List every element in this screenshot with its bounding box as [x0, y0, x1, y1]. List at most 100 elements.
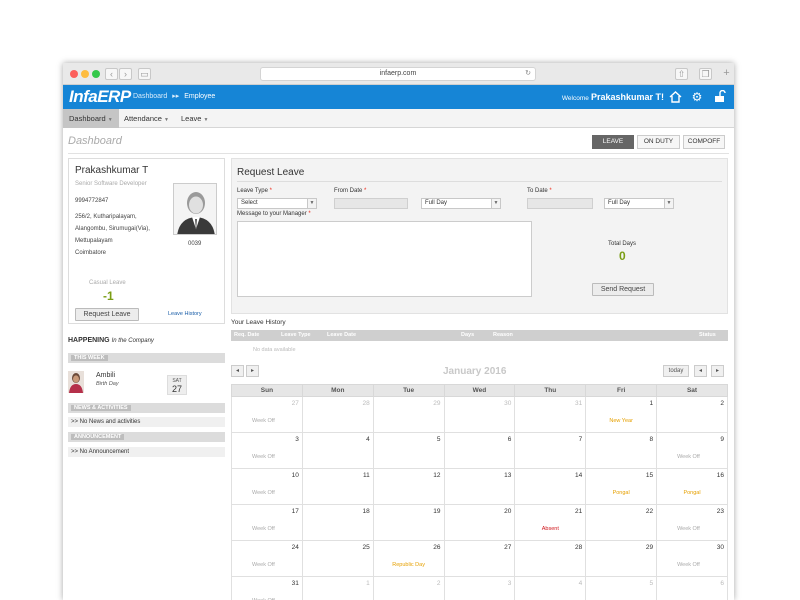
calendar-day-cell[interactable]: 12 [372, 468, 445, 505]
to-day-select[interactable]: Full Day ▼ [604, 198, 674, 209]
calendar-day-cell[interactable]: 9 Week Off [656, 432, 728, 469]
calendar-day-cell[interactable]: 23 Week Off [656, 504, 728, 541]
calendar-day-cell[interactable]: 1 New Year [585, 396, 658, 433]
calendar-day-cell[interactable]: 3 Week Off [231, 432, 303, 469]
caret-down-icon: ▼ [203, 117, 209, 123]
calendar-week-row: 31Week Off 1 2 3 4 5 6 [231, 576, 728, 600]
calendar-day-cell[interactable]: 13 [443, 468, 516, 505]
calendar-event[interactable]: Week Off [232, 454, 302, 460]
calendar-day-cell[interactable]: 8 [585, 432, 658, 469]
to-date-input[interactable] [527, 198, 593, 209]
menu-attendance[interactable]: Attendance ▼ [118, 109, 175, 128]
calendar-event[interactable]: New Year [586, 418, 656, 424]
sidebar-toggle-icon[interactable]: ▭ [138, 68, 151, 80]
minimize-window-dot[interactable] [81, 70, 89, 78]
calendar-next-icon[interactable]: ▸ [711, 365, 724, 377]
address-bar[interactable]: infaerp.com ↻ [260, 67, 536, 81]
calendar-day-cell[interactable]: 19 [372, 504, 445, 541]
calendar-event[interactable]: Week Off [657, 454, 727, 460]
calendar-day-cell[interactable]: 4 [301, 432, 374, 469]
menu-dashboard[interactable]: Dashboard ▼ [63, 109, 119, 128]
calendar-day-cell[interactable]: 22 [585, 504, 658, 541]
calendar-day-cell[interactable]: 5 [585, 576, 658, 600]
calendar-event[interactable]: Absent [515, 526, 585, 532]
breadcrumb-dashboard[interactable]: Dashboard [133, 93, 167, 100]
calendar-day-cell[interactable]: 24 Week Off [231, 540, 303, 577]
calendar-day-cell[interactable]: 10 Week Off [231, 468, 303, 505]
calendar-day-cell[interactable]: 16 Pongal [656, 468, 728, 505]
calendar-event[interactable]: Pongal [586, 490, 656, 496]
calendar-day-cell[interactable]: 20 [443, 504, 516, 541]
calendar-day-cell[interactable]: 7 [514, 432, 587, 469]
calendar-day-cell[interactable]: 6 [443, 432, 516, 469]
leave-type-select[interactable]: Select ▼ [237, 198, 317, 209]
calendar-day-cell[interactable]: 14 [514, 468, 587, 505]
calendar-day-cell[interactable]: 27 [443, 540, 516, 577]
calendar-day-cell[interactable]: 25 [301, 540, 374, 577]
calendar-event[interactable]: Week Off [232, 526, 302, 532]
calendar-day-cell[interactable]: 31Week Off [231, 576, 303, 600]
calendar-day-cell[interactable]: 27 Week Off [231, 396, 303, 433]
calendar-day-cell[interactable]: 18 [301, 504, 374, 541]
new-tab-icon[interactable]: + [720, 68, 733, 80]
welcome-prefix: Welcome [561, 95, 589, 102]
reload-icon[interactable]: ↻ [525, 68, 531, 80]
leave-history-header: Req. Date Leave Type Leave Date Days Rea… [231, 330, 728, 341]
from-day-select[interactable]: Full Day ▼ [421, 198, 501, 209]
share-icon[interactable]: ⇧ [675, 68, 688, 80]
calendar-day-cell[interactable]: 28 [301, 396, 374, 433]
request-leave-button[interactable]: Request Leave [75, 308, 139, 321]
calendar-day-cell[interactable]: 29 [372, 396, 445, 433]
calendar-day-cell[interactable]: 17 Week Off [231, 504, 303, 541]
employee-id: 0039 [188, 241, 202, 247]
user-name: Prakashkumar T! [590, 92, 664, 102]
calendar-event[interactable]: Week Off [657, 562, 727, 568]
from-date-input[interactable] [334, 198, 408, 209]
calendar-day-cell[interactable]: 31 [514, 396, 587, 433]
logout-lock-icon[interactable] [713, 89, 727, 104]
calendar-event[interactable]: Week Off [232, 490, 302, 496]
calendar-today-button[interactable]: today [663, 365, 689, 377]
calendar-prev-year-icon[interactable]: ◂ [231, 365, 244, 377]
back-arrow-icon[interactable]: ‹ [105, 68, 118, 80]
maximize-window-dot[interactable] [92, 70, 100, 78]
calendar-day-cell[interactable]: 2 [656, 396, 728, 433]
forward-arrow-icon[interactable]: › [119, 68, 132, 80]
calendar-day-cell[interactable]: 30 Week Off [656, 540, 728, 577]
calendar-day-cell[interactable]: 15 Pongal [585, 468, 658, 505]
browser-toolbar: ‹ › ▭ infaerp.com ↻ ⇧ ❐ + [63, 63, 734, 85]
calendar-day-cell[interactable]: 1 [301, 576, 374, 600]
settings-gear-icon[interactable]: ⚙ [690, 90, 704, 104]
calendar-day-cell[interactable]: 4 [514, 576, 587, 600]
calendar-event[interactable]: Week Off [232, 418, 302, 424]
close-window-dot[interactable] [70, 70, 78, 78]
leave-history-link[interactable]: Leave History [168, 311, 202, 317]
infaerp-logo[interactable]: InfaERP [69, 87, 131, 107]
calendar-prev-icon[interactable]: ◂ [694, 365, 707, 377]
calendar-day-cell[interactable]: 30 [443, 396, 516, 433]
calendar-day-cell[interactable]: 26 Republic Day [372, 540, 445, 577]
calendar-day-cell[interactable]: 29 [585, 540, 658, 577]
calendar-day-cell[interactable]: 21 Absent [514, 504, 587, 541]
url-text: infaerp.com [379, 70, 417, 77]
calendar-event[interactable]: Week Off [232, 562, 302, 568]
tab-leave[interactable]: LEAVE [592, 135, 634, 149]
tabs-overview-icon[interactable]: ❐ [699, 68, 712, 80]
calendar-date-number: 12 [433, 472, 441, 479]
calendar-event[interactable]: Pongal [657, 490, 727, 496]
calendar-prev-month-icon[interactable]: ▸ [246, 365, 259, 377]
calendar-day-cell[interactable]: 3 [443, 576, 516, 600]
message-textarea[interactable] [237, 221, 532, 297]
tab-compoff[interactable]: COMPOFF [683, 135, 725, 149]
calendar-day-cell[interactable]: 5 [372, 432, 445, 469]
calendar-day-cell[interactable]: 11 [301, 468, 374, 505]
menu-leave[interactable]: Leave ▼ [175, 109, 214, 128]
calendar-event[interactable]: Republic Day [374, 562, 444, 568]
calendar-day-cell[interactable]: 6 [656, 576, 728, 600]
calendar-day-cell[interactable]: 28 [514, 540, 587, 577]
calendar-event[interactable]: Week Off [657, 526, 727, 532]
tab-on-duty[interactable]: ON DUTY [637, 135, 680, 149]
send-request-button[interactable]: Send Request [592, 283, 654, 296]
calendar-day-cell[interactable]: 2 [372, 576, 445, 600]
home-icon[interactable] [668, 90, 682, 104]
